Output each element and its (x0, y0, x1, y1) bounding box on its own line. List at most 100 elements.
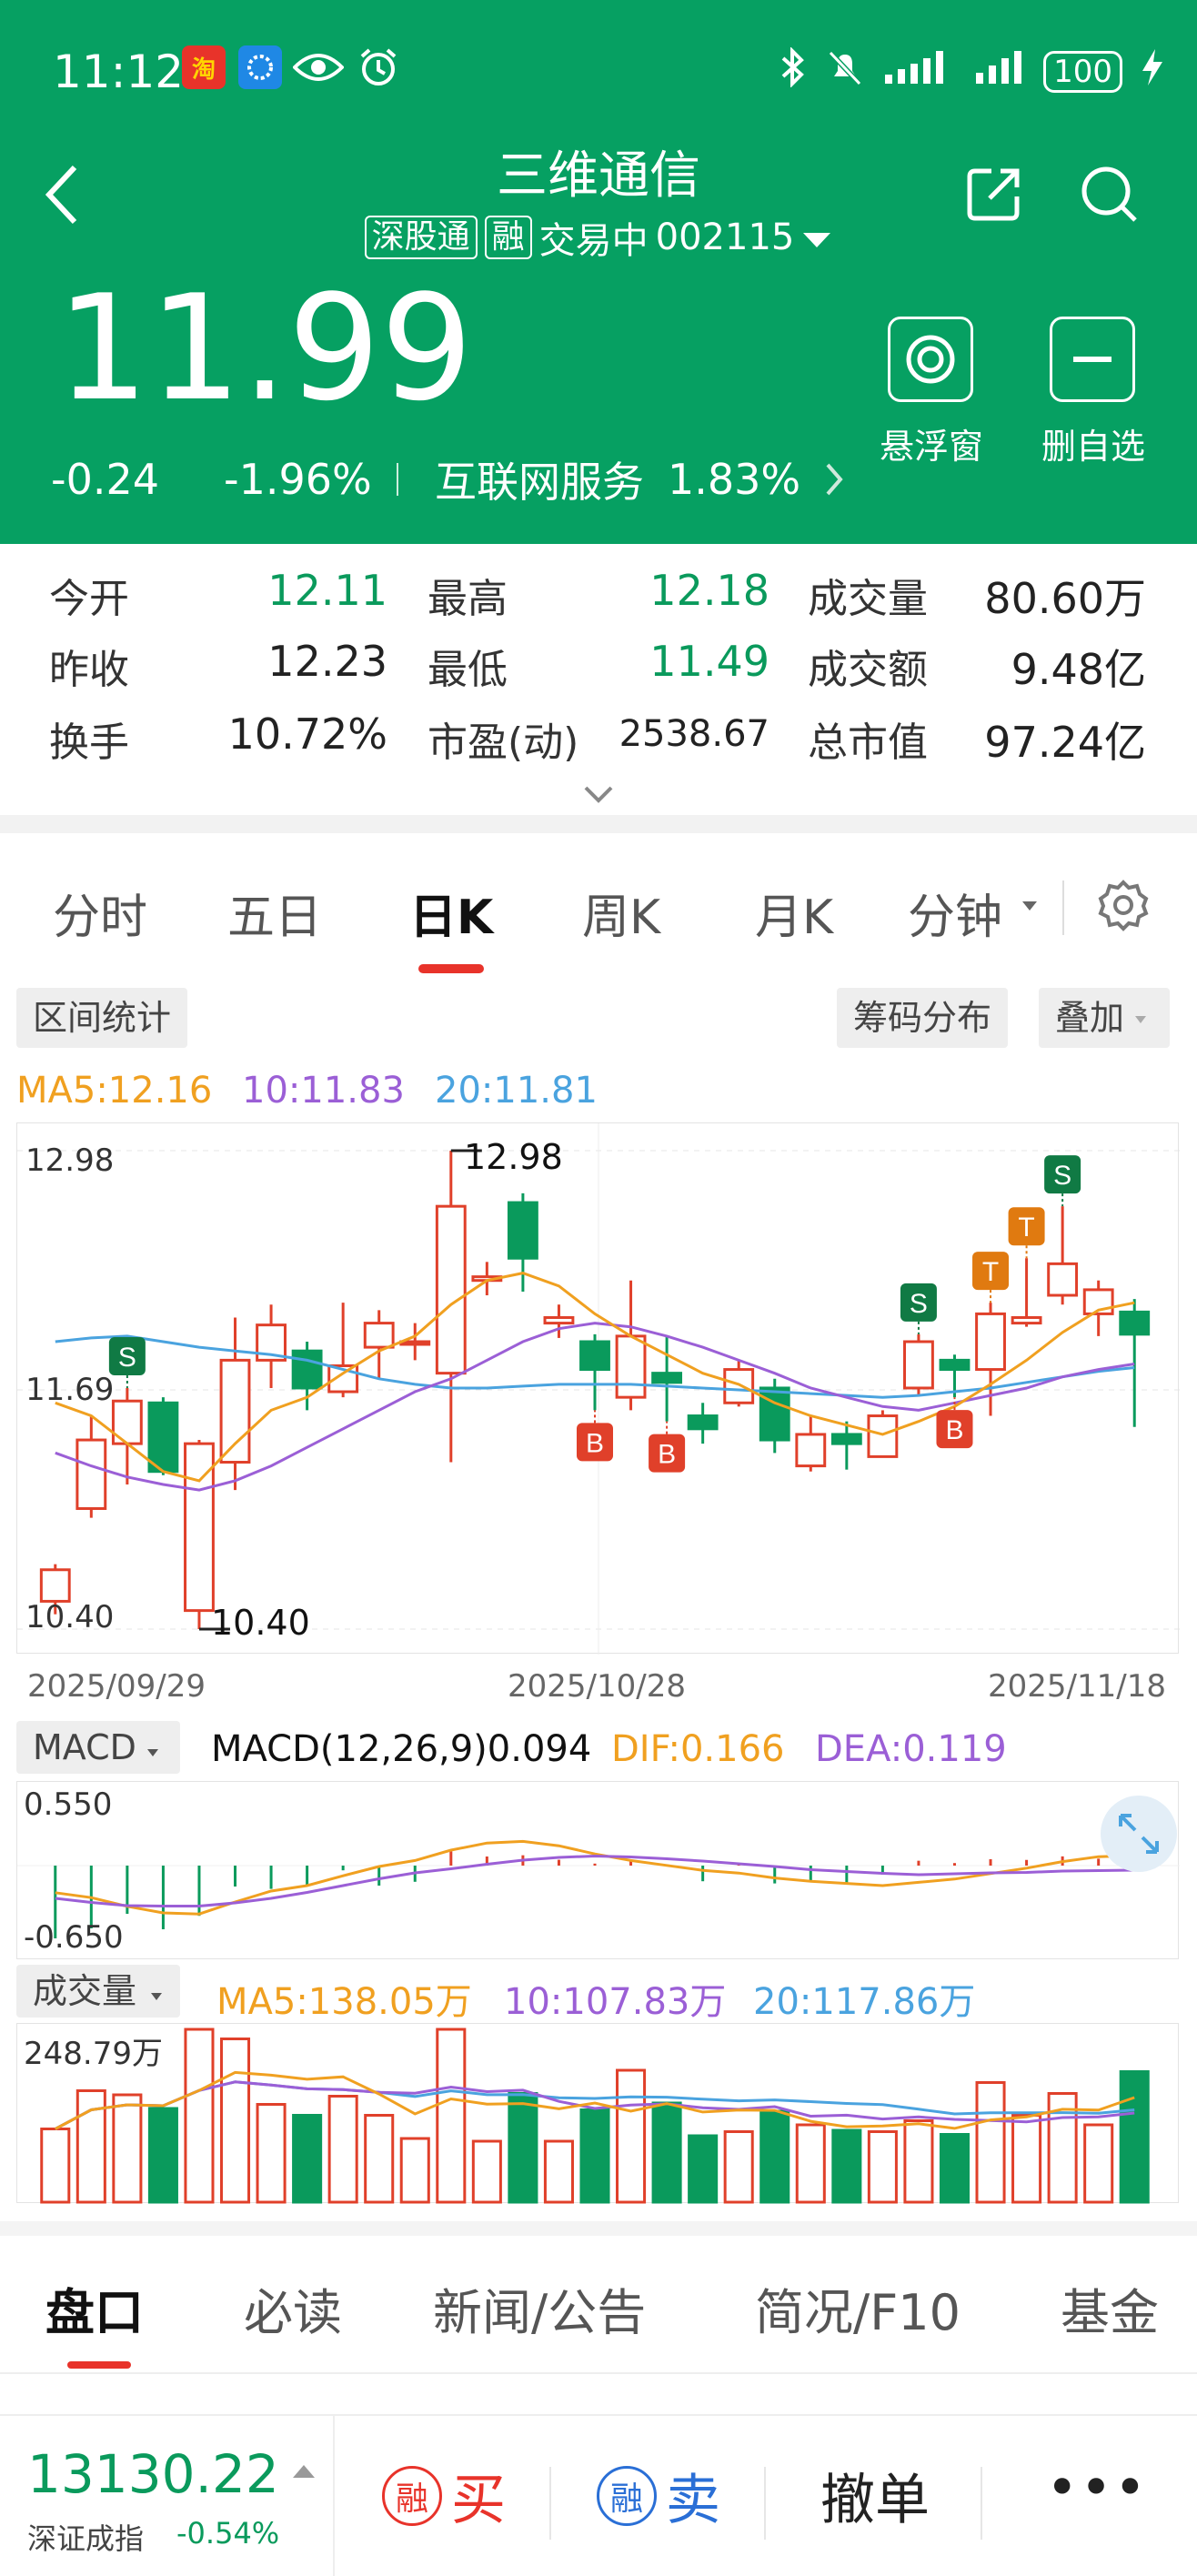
volume-bar (1083, 2123, 1114, 2204)
buy-button[interactable]: 融 买 (382, 2456, 506, 2535)
volume-bar (1119, 2070, 1150, 2204)
macd-chart (16, 1781, 1180, 1959)
prev-close-label: 昨收 (49, 647, 129, 693)
volume-bar (688, 2134, 719, 2204)
sell-button[interactable]: 融 卖 (597, 2456, 720, 2535)
dif-line (55, 1839, 1135, 1916)
section-gap-2 (0, 2221, 1197, 2236)
marker-label: T (1018, 1213, 1034, 1243)
ma5-legend: MA5:12.16 (16, 1070, 213, 1112)
marker-label: S (910, 1289, 928, 1319)
eye-icon (292, 49, 345, 89)
marker-label: B (658, 1440, 676, 1470)
candle-body (1047, 1262, 1079, 1297)
candle-body (795, 1433, 827, 1468)
volume-chart (16, 2023, 1179, 2204)
volume-bar (723, 2130, 754, 2204)
remove-watchlist-label: 删自选 (1041, 427, 1145, 467)
trading-status: 交易中 (538, 220, 649, 262)
volume-bar (616, 2068, 647, 2204)
chart-settings-button[interactable] (1097, 879, 1150, 935)
macd-dif: DIF:0.166 (611, 1728, 785, 1770)
volume-bar (543, 2139, 574, 2204)
more-button[interactable]: ••• (1046, 2456, 1148, 2520)
candle-body (615, 1334, 647, 1399)
tab-intraday[interactable]: 分时 (53, 879, 147, 947)
tab-weekly-k[interactable]: 周K (582, 879, 660, 947)
volume-label: 成交量 (808, 576, 928, 622)
share-button[interactable] (964, 164, 1024, 227)
turnover-label: 换手 (49, 719, 129, 766)
volume-bar (112, 2093, 143, 2204)
candle-body (867, 1414, 899, 1458)
volume-bar (1011, 2114, 1042, 2204)
tab-fund[interactable]: 基金 (1061, 2272, 1159, 2344)
vol-ma10: 10:107.83万 (504, 1981, 727, 2023)
index-value[interactable]: 13130.22 (27, 2443, 279, 2505)
volume-bar (579, 2108, 610, 2204)
turnover-value: 10.72% (227, 709, 387, 759)
bluetooth-icon (780, 46, 807, 96)
bar-divider (764, 2467, 766, 2540)
volume-bar (256, 2103, 287, 2204)
candle-body (975, 1312, 1006, 1372)
status-time: 11:12 (53, 45, 185, 98)
low-value: 11.49 (649, 637, 770, 686)
date-mid: 2025/10/28 (508, 1668, 686, 1705)
volume-y-top: 248.79万 (24, 2036, 163, 2072)
vol-ma5: MA5:138.05万 (216, 1981, 472, 2023)
candle-body (291, 1349, 323, 1390)
tab-five-day[interactable]: 五日 (227, 879, 322, 947)
candle-body (399, 1340, 431, 1346)
tab-monthly-k[interactable]: 月K (755, 879, 833, 947)
price-change: -0.24 (51, 455, 160, 504)
tab-f10[interactable]: 简况/F10 (755, 2272, 961, 2344)
sector-link[interactable]: 互联网服务 1.83% (435, 449, 844, 509)
chip-distribution-button[interactable]: 筹码分布 (837, 988, 1009, 1048)
candle-body (39, 1568, 71, 1603)
expand-icon (1119, 1814, 1159, 1854)
volume-bar (219, 2038, 251, 2204)
tabs-divider (0, 2372, 1197, 2374)
mute-icon (825, 47, 865, 96)
volume-bar (759, 2109, 790, 2204)
fullscreen-button[interactable] (1101, 1796, 1177, 1872)
expand-chevron-icon[interactable] (582, 784, 615, 808)
margin-sell-badge: 融 (597, 2465, 657, 2526)
kline-chart[interactable]: SBBSBTTS (16, 1122, 1180, 1655)
charging-icon (1141, 47, 1164, 96)
status-right: 100 (780, 46, 1164, 96)
vol-ma20: 20:117.86万 (753, 1981, 976, 2023)
section-gap (0, 815, 1197, 833)
tab-minute[interactable]: 分钟 (908, 879, 1002, 947)
tab-news[interactable]: 新闻/公告 (433, 2272, 646, 2344)
gear-icon (1098, 880, 1149, 931)
date-end: 2025/11/18 (988, 1668, 1166, 1705)
marker-label: T (982, 1257, 999, 1287)
range-stats-button[interactable]: 区间统计 (16, 988, 188, 1048)
macd-params: MACD(12,26,9)0.094 (211, 1728, 592, 1770)
marker-label: S (1053, 1161, 1071, 1191)
tab-order-book[interactable]: 盘口 (45, 2272, 144, 2344)
volume-bar (40, 2128, 71, 2204)
tab-must-read[interactable]: 必读 (244, 2272, 342, 2344)
price-change-pct: -1.96% (224, 455, 372, 504)
float-window-button[interactable] (888, 317, 973, 402)
volume-bar (903, 2119, 934, 2204)
tab-daily-k[interactable]: 日K (409, 879, 493, 947)
pe-value: 2538.67 (619, 713, 770, 755)
index-change: -0.54% (176, 2516, 280, 2551)
cancel-order-button[interactable]: 撤单 (820, 2456, 930, 2535)
alarm-icon (357, 45, 400, 93)
remove-watchlist-button[interactable] (1050, 317, 1135, 402)
hk-connect-tag: 深股通 (364, 216, 478, 259)
candle-body (651, 1372, 683, 1384)
open-label: 今开 (49, 576, 129, 622)
volume-value: 80.60万 (984, 574, 1146, 623)
overlay-button[interactable]: 叠加 (1039, 988, 1171, 1048)
y-axis-mid: 11.69 (25, 1372, 115, 1408)
max-price-label: 12.98 (464, 1137, 563, 1177)
bottom-action-bar: 13130.22 深证成指 -0.54% 融 买 融 卖 撤单 ••• (0, 2414, 1197, 2576)
search-button[interactable] (1079, 164, 1139, 227)
ma10-legend: 10:11.83 (242, 1070, 405, 1112)
